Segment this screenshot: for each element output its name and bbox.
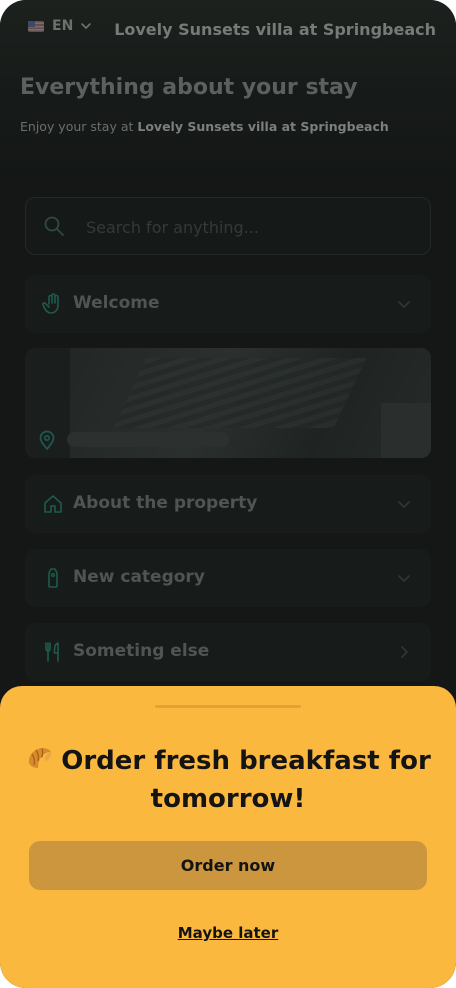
subtitle-prefix: Enjoy your stay at [20,119,138,134]
subtitle-property: Lovely Sunsets villa at Springbeach [137,119,389,134]
tag-icon [48,568,58,588]
chevron-down-icon [398,301,410,308]
breakfast-bottom-sheet: Order fresh breakfast for tomorrow! Orde… [0,686,456,988]
page-subtitle: Enjoy your stay at Lovely Sunsets villa … [20,119,389,134]
order-now-button[interactable]: Order now [29,841,427,890]
maybe-later-link[interactable]: Maybe later [0,924,456,942]
category-someting-else[interactable]: Someting else [25,623,431,681]
sheet-drag-handle[interactable] [155,705,301,708]
top-bar: EN Lovely Sunsets villa at Springbeach [0,18,456,42]
category-about-the-property[interactable]: About the property [25,475,431,533]
location-card[interactable] [25,348,431,458]
category-new-category[interactable]: New category [25,549,431,607]
croissant-icon [29,748,52,768]
chevron-down-icon [398,575,410,582]
language-code: EN [52,18,74,34]
chevron-right-icon [401,646,408,658]
hand-icon [42,293,59,314]
chevron-down-icon [81,23,92,29]
category-label: New category [73,567,205,587]
property-name: Lovely Sunsets villa at Springbeach [114,20,436,39]
page-title: Everything about your stay [20,75,358,100]
search-input[interactable] [84,212,408,242]
promo-title-text: Order fresh breakfast for tomorrow! [61,746,431,814]
house-icon [44,495,62,513]
app-screen: EN Lovely Sunsets villa at Springbeach E… [0,0,456,988]
language-selector[interactable]: EN [28,18,92,34]
category-welcome[interactable]: Welcome [25,275,431,333]
utensils-icon [45,642,59,662]
search-icon [44,216,64,236]
search-bar[interactable] [25,197,431,255]
chevron-down-icon [398,501,410,508]
location-pin-icon [39,430,55,450]
category-label: About the property [73,493,258,513]
location-placeholder-bar [67,432,229,447]
us-flag-icon [28,20,44,32]
category-label: Someting else [73,641,210,661]
promo-title: Order fresh breakfast for tomorrow! [20,742,436,818]
category-label: Welcome [73,293,160,313]
